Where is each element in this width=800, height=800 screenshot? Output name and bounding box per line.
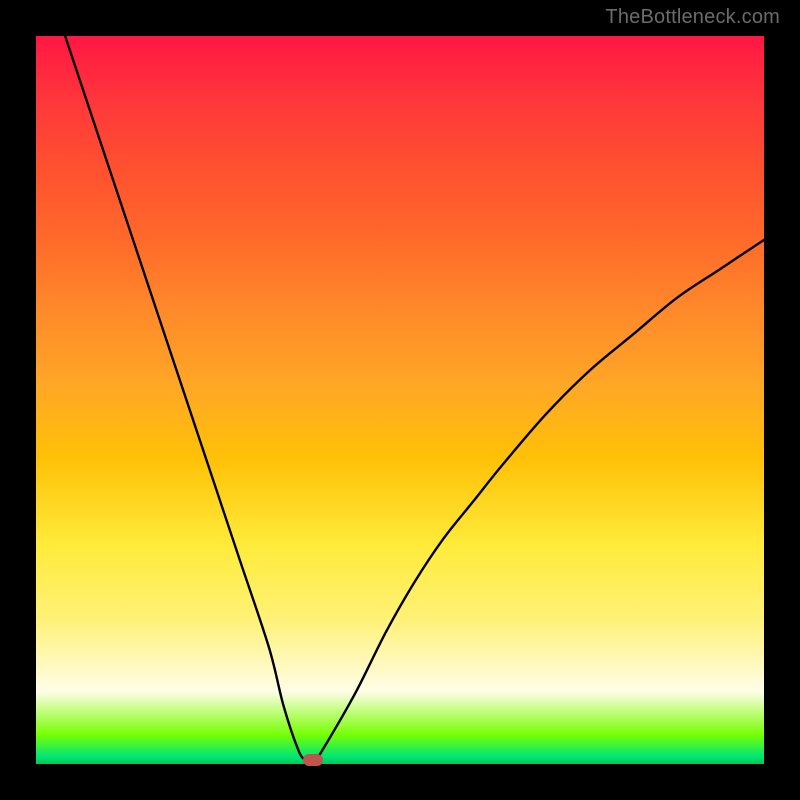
bottleneck-curve xyxy=(65,36,764,765)
chart-curve-svg xyxy=(36,36,764,764)
optimum-marker xyxy=(303,754,323,766)
chart-frame: TheBottleneck.com xyxy=(0,0,800,800)
watermark-text: TheBottleneck.com xyxy=(605,6,780,29)
